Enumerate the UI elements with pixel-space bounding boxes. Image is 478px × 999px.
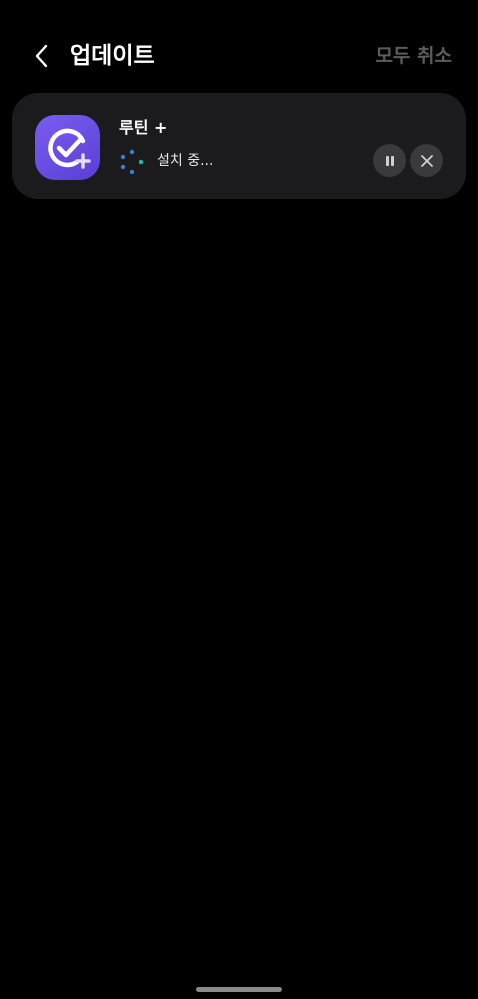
- close-icon: [420, 154, 433, 167]
- cancel-update-button[interactable]: [410, 144, 443, 177]
- update-item-card: 루틴 + 설치 중...: [12, 93, 466, 199]
- pause-button[interactable]: [373, 144, 406, 177]
- loading-spinner-icon: [120, 149, 144, 175]
- routines-plus-app-icon: [35, 115, 100, 180]
- install-status: 설치 중...: [157, 153, 214, 169]
- pause-icon: [385, 155, 394, 166]
- app-name: 루틴 +: [119, 118, 168, 137]
- chevron-left-icon: [35, 44, 48, 68]
- page-title: 업데이트: [70, 43, 155, 69]
- back-button[interactable]: [24, 38, 60, 74]
- home-indicator[interactable]: [196, 987, 282, 992]
- cancel-all-button[interactable]: 모두 취소: [375, 38, 452, 74]
